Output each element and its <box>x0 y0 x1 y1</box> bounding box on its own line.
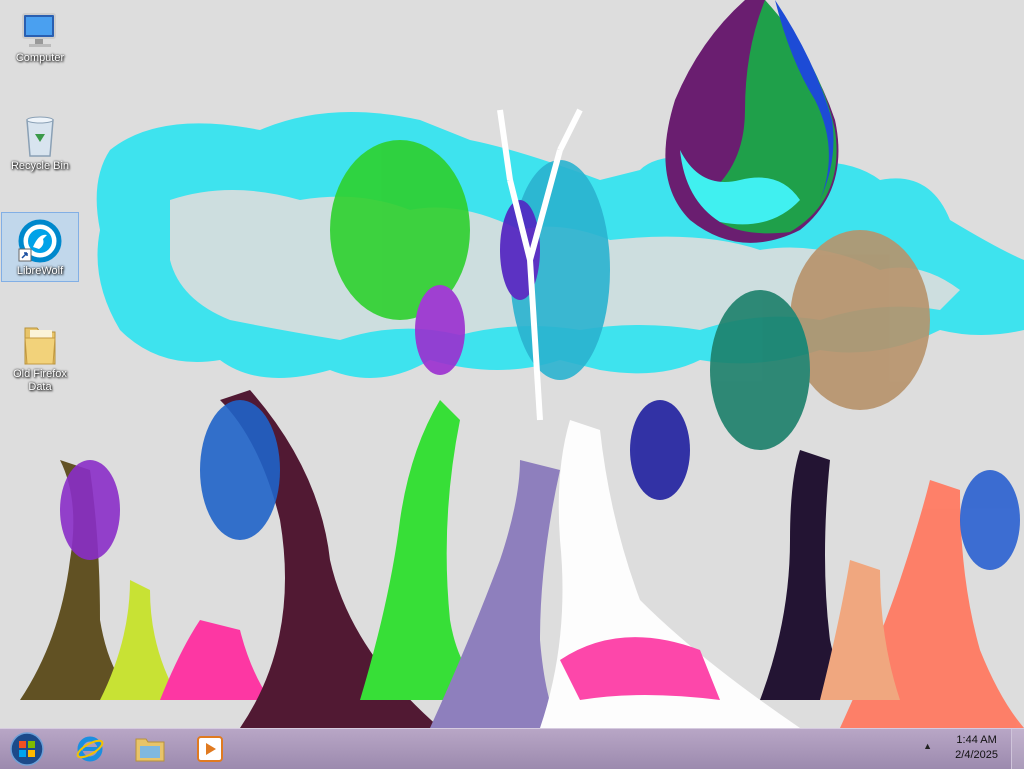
folder-icon <box>24 327 56 365</box>
desktop-icon-recycle-bin[interactable]: Recycle Bin <box>2 108 78 176</box>
librewolf-icon <box>18 219 62 263</box>
start-orb-icon <box>10 732 44 766</box>
desktop-icon-label: Old Firefox Data <box>13 368 67 393</box>
clock-date: 2/4/2025 <box>955 749 998 761</box>
start-button[interactable] <box>4 729 50 769</box>
taskbar: ▲ 1:44 AM 2/4/2025 <box>0 728 1024 769</box>
desktop-icon-old-firefox-data[interactable]: Old Firefox Data <box>2 316 78 400</box>
show-desktop-button[interactable] <box>1011 729 1024 769</box>
file-explorer-icon <box>135 738 165 762</box>
desktop-icon-librewolf[interactable]: LibreWolf <box>1 212 79 282</box>
desktop-icon-label: Recycle Bin <box>10 160 70 172</box>
taskbar-media-player[interactable] <box>182 729 238 769</box>
desktop-icon-computer[interactable]: Computer <box>2 4 78 72</box>
taskbar-file-explorer[interactable] <box>122 729 178 769</box>
desktop-icon-label: LibreWolf <box>16 265 64 277</box>
clock-time: 1:44 AM <box>956 734 997 746</box>
media-player-icon <box>197 736 223 762</box>
recycle-bin-icon <box>26 116 54 157</box>
show-hidden-icons-arrow[interactable]: ▲ <box>923 741 932 751</box>
taskbar-internet-explorer[interactable] <box>62 729 118 769</box>
computer-icon <box>22 13 56 47</box>
desktop-wallpaper <box>0 0 1024 728</box>
system-clock[interactable]: 1:44 AM 2/4/2025 <box>955 733 998 763</box>
desktop-icon-label: Computer <box>15 52 65 64</box>
internet-explorer-icon <box>76 736 104 762</box>
